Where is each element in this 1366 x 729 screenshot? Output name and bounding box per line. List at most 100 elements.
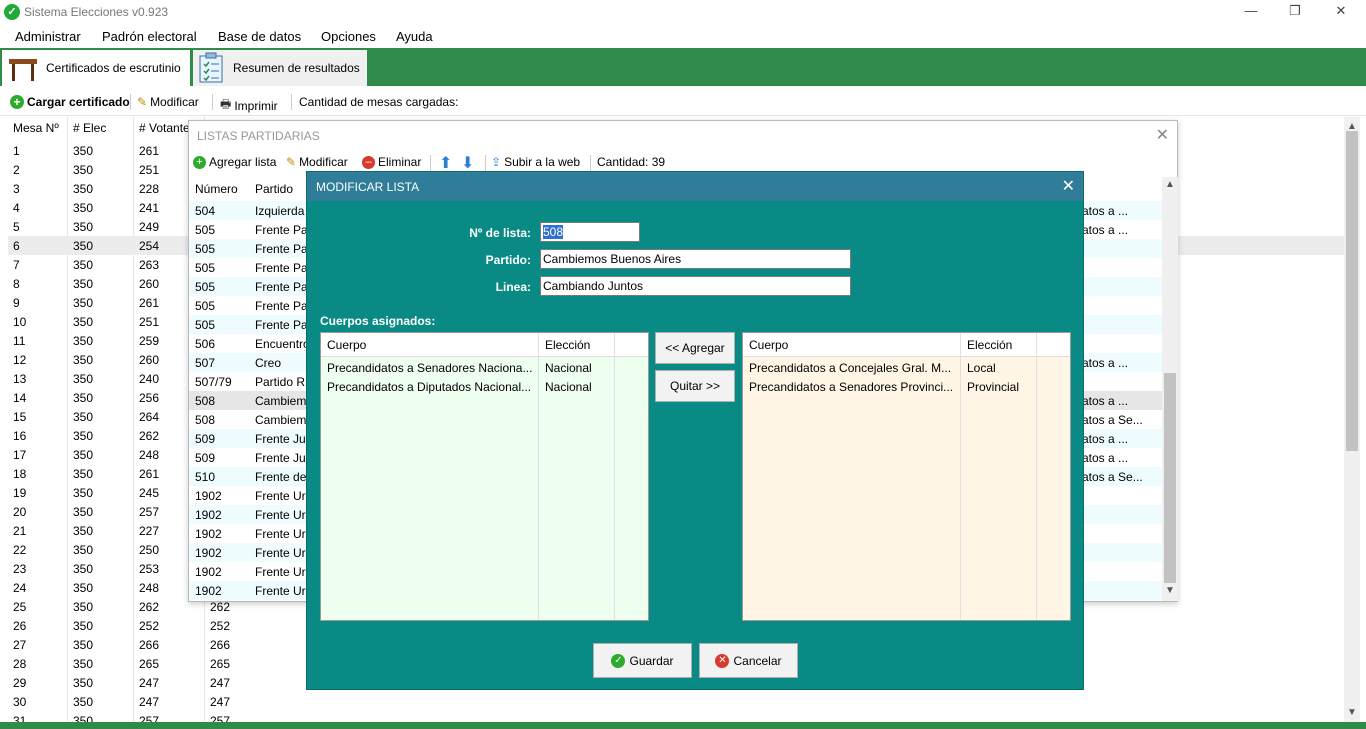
menu-base-datos[interactable]: Base de datos (218, 29, 301, 44)
assigned-list[interactable]: Cuerpo Elección Precandidatos a Senadore… (320, 332, 649, 621)
table-cell: 227 (139, 524, 160, 538)
load-certificate-button[interactable]: + Cargar certificado (10, 95, 130, 109)
delete-lista-button[interactable]: – Eliminar (362, 155, 421, 169)
list-item[interactable]: Precandidatos a Senadores Naciona... Nac… (321, 358, 648, 377)
menu-padron[interactable]: Padrón electoral (102, 29, 197, 44)
table-cell: Partido R (255, 375, 306, 389)
table-cell: 350 (73, 410, 94, 424)
upload-web-button[interactable]: ⇪ Subir a la web (491, 155, 580, 169)
available-cuerpo: Precandidatos a Concejales Gral. M... (749, 361, 952, 375)
table-cell: 4 (13, 201, 20, 215)
table-cell: 21 (13, 524, 27, 538)
modificar-lista-dialog: MODIFICAR LISTA ✕ Nº de lista: 508 Parti… (306, 171, 1084, 690)
table-cell: 265 (139, 657, 160, 671)
add-cuerpo-button[interactable]: << Agregar (655, 332, 735, 364)
edit-lista-button[interactable]: ✎ Modificar (286, 155, 348, 169)
header-elec: # Elec (73, 121, 107, 135)
table-cell: 266 (139, 638, 160, 652)
add-lista-button[interactable]: + Agregar lista (193, 155, 276, 169)
table-cell: 254 (139, 239, 160, 253)
cuerpos-label: Cuerpos asignados: (320, 314, 436, 328)
table-cell: 10 (13, 315, 27, 329)
list-item[interactable]: Precandidatos a Senadores Provinci... Pr… (743, 377, 1070, 396)
listas-close-icon[interactable]: ✕ (1156, 125, 1169, 145)
restore-button[interactable]: ❐ (1285, 2, 1305, 20)
header-eleccion: Elección (967, 338, 1013, 352)
add-icon: + (193, 155, 206, 169)
table-cell: 350 (73, 296, 94, 310)
table-cell: Frente Ju (255, 432, 306, 446)
table-cell: 261 (139, 296, 160, 310)
load-certificate-label: Cargar certificado (27, 95, 130, 109)
table-cell: 5 (13, 220, 20, 234)
scroll-thumb[interactable] (1346, 131, 1358, 451)
close-button[interactable]: ✕ (1331, 2, 1351, 20)
table-cell: 1902 (195, 489, 222, 503)
assigned-cuerpo: Precandidatos a Senadores Naciona... (327, 361, 533, 375)
table-cell: 350 (73, 353, 94, 367)
print-button[interactable]: 🖶 Imprimir (220, 95, 278, 116)
table-cell: Creo (255, 356, 282, 370)
table-cell: 19 (13, 486, 27, 500)
assigned-eleccion: Nacional (545, 361, 592, 375)
table-cell: 505 (195, 318, 216, 332)
table-cell: 509 (195, 432, 216, 446)
add-icon: + (10, 95, 24, 109)
partido-input[interactable]: Cambiemos Buenos Aires (540, 249, 851, 269)
assigned-cuerpo: Precandidatos a Diputados Nacional... (327, 380, 532, 394)
table-cell: Frente Ur (255, 546, 306, 560)
available-cuerpo: Precandidatos a Senadores Provinci... (749, 380, 954, 394)
table-cell: 350 (73, 486, 94, 500)
edit-certificate-button[interactable]: ✎ Modificar (137, 95, 199, 109)
dialog-close-icon[interactable]: ✕ (1062, 176, 1075, 196)
table-cell: Cambiem (255, 413, 307, 427)
tab-certificados[interactable]: Certificados de escrutinio (2, 50, 190, 86)
move-up-icon[interactable]: ⬆ (439, 153, 452, 173)
remove-cuerpo-button[interactable]: Quitar >> (655, 370, 735, 402)
linea-input[interactable]: Cambiando Juntos (540, 276, 851, 296)
list-item[interactable]: Precandidatos a Diputados Nacional... Na… (321, 377, 648, 396)
list-item[interactable]: Precandidatos a Concejales Gral. M... Lo… (743, 358, 1070, 377)
scroll-down-icon[interactable]: ▼ (1165, 585, 1175, 596)
menu-opciones[interactable]: Opciones (321, 29, 376, 44)
header-numero: Número (195, 182, 238, 196)
table-cell: 350 (73, 144, 94, 158)
minimize-button[interactable]: — (1241, 2, 1261, 20)
table-cell: atos a ... (1082, 204, 1129, 218)
table-cell: 1902 (195, 508, 222, 522)
table-cell: 350 (73, 315, 94, 329)
table-cell: 247 (139, 695, 160, 709)
scroll-up-icon[interactable]: ▲ (1165, 179, 1175, 190)
table-cell: 262 (139, 429, 160, 443)
save-button[interactable]: ✓ Guardar (593, 643, 692, 678)
table-cell: 11 (13, 334, 26, 348)
table-row[interactable]: 30 350 247 247 (8, 692, 1344, 711)
available-list-header: Cuerpo Elección (743, 333, 1070, 357)
table-cell: 505 (195, 299, 216, 313)
table-cell: 252 (210, 619, 231, 633)
menu-administrar[interactable]: Administrar (15, 29, 81, 44)
listas-scrollbar[interactable]: ▲ ▼ (1162, 177, 1178, 601)
table-cell: 350 (73, 581, 94, 595)
table-cell: 259 (139, 334, 160, 348)
move-down-icon[interactable]: ⬇ (461, 153, 474, 173)
table-cell: 504 (195, 204, 216, 218)
table-cell: Frente Pa (255, 318, 308, 332)
table-cell: Frente Pa (255, 280, 308, 294)
menu-ayuda[interactable]: Ayuda (396, 29, 433, 44)
scroll-down-icon[interactable]: ▼ (1347, 707, 1357, 718)
numero-input[interactable]: 508 (540, 222, 640, 242)
table-cell: 256 (139, 391, 160, 405)
tab-resumen[interactable]: Resumen de resultados (193, 50, 367, 86)
main-vertical-scrollbar[interactable]: ▲ ▼ (1344, 117, 1360, 723)
table-cell: 241 (139, 201, 160, 215)
mesas-count: Cantidad de mesas cargadas: (299, 95, 459, 109)
available-list[interactable]: Cuerpo Elección Precandidatos a Concejal… (742, 332, 1071, 621)
table-cell: 247 (210, 676, 231, 690)
cancel-button[interactable]: ✕ Cancelar (699, 643, 798, 678)
check-icon: ✓ (611, 653, 626, 668)
table-cell: 350 (73, 524, 94, 538)
table-cell: Cambiem (255, 394, 307, 408)
scroll-thumb[interactable] (1164, 373, 1176, 583)
table-cell: 350 (73, 562, 94, 576)
